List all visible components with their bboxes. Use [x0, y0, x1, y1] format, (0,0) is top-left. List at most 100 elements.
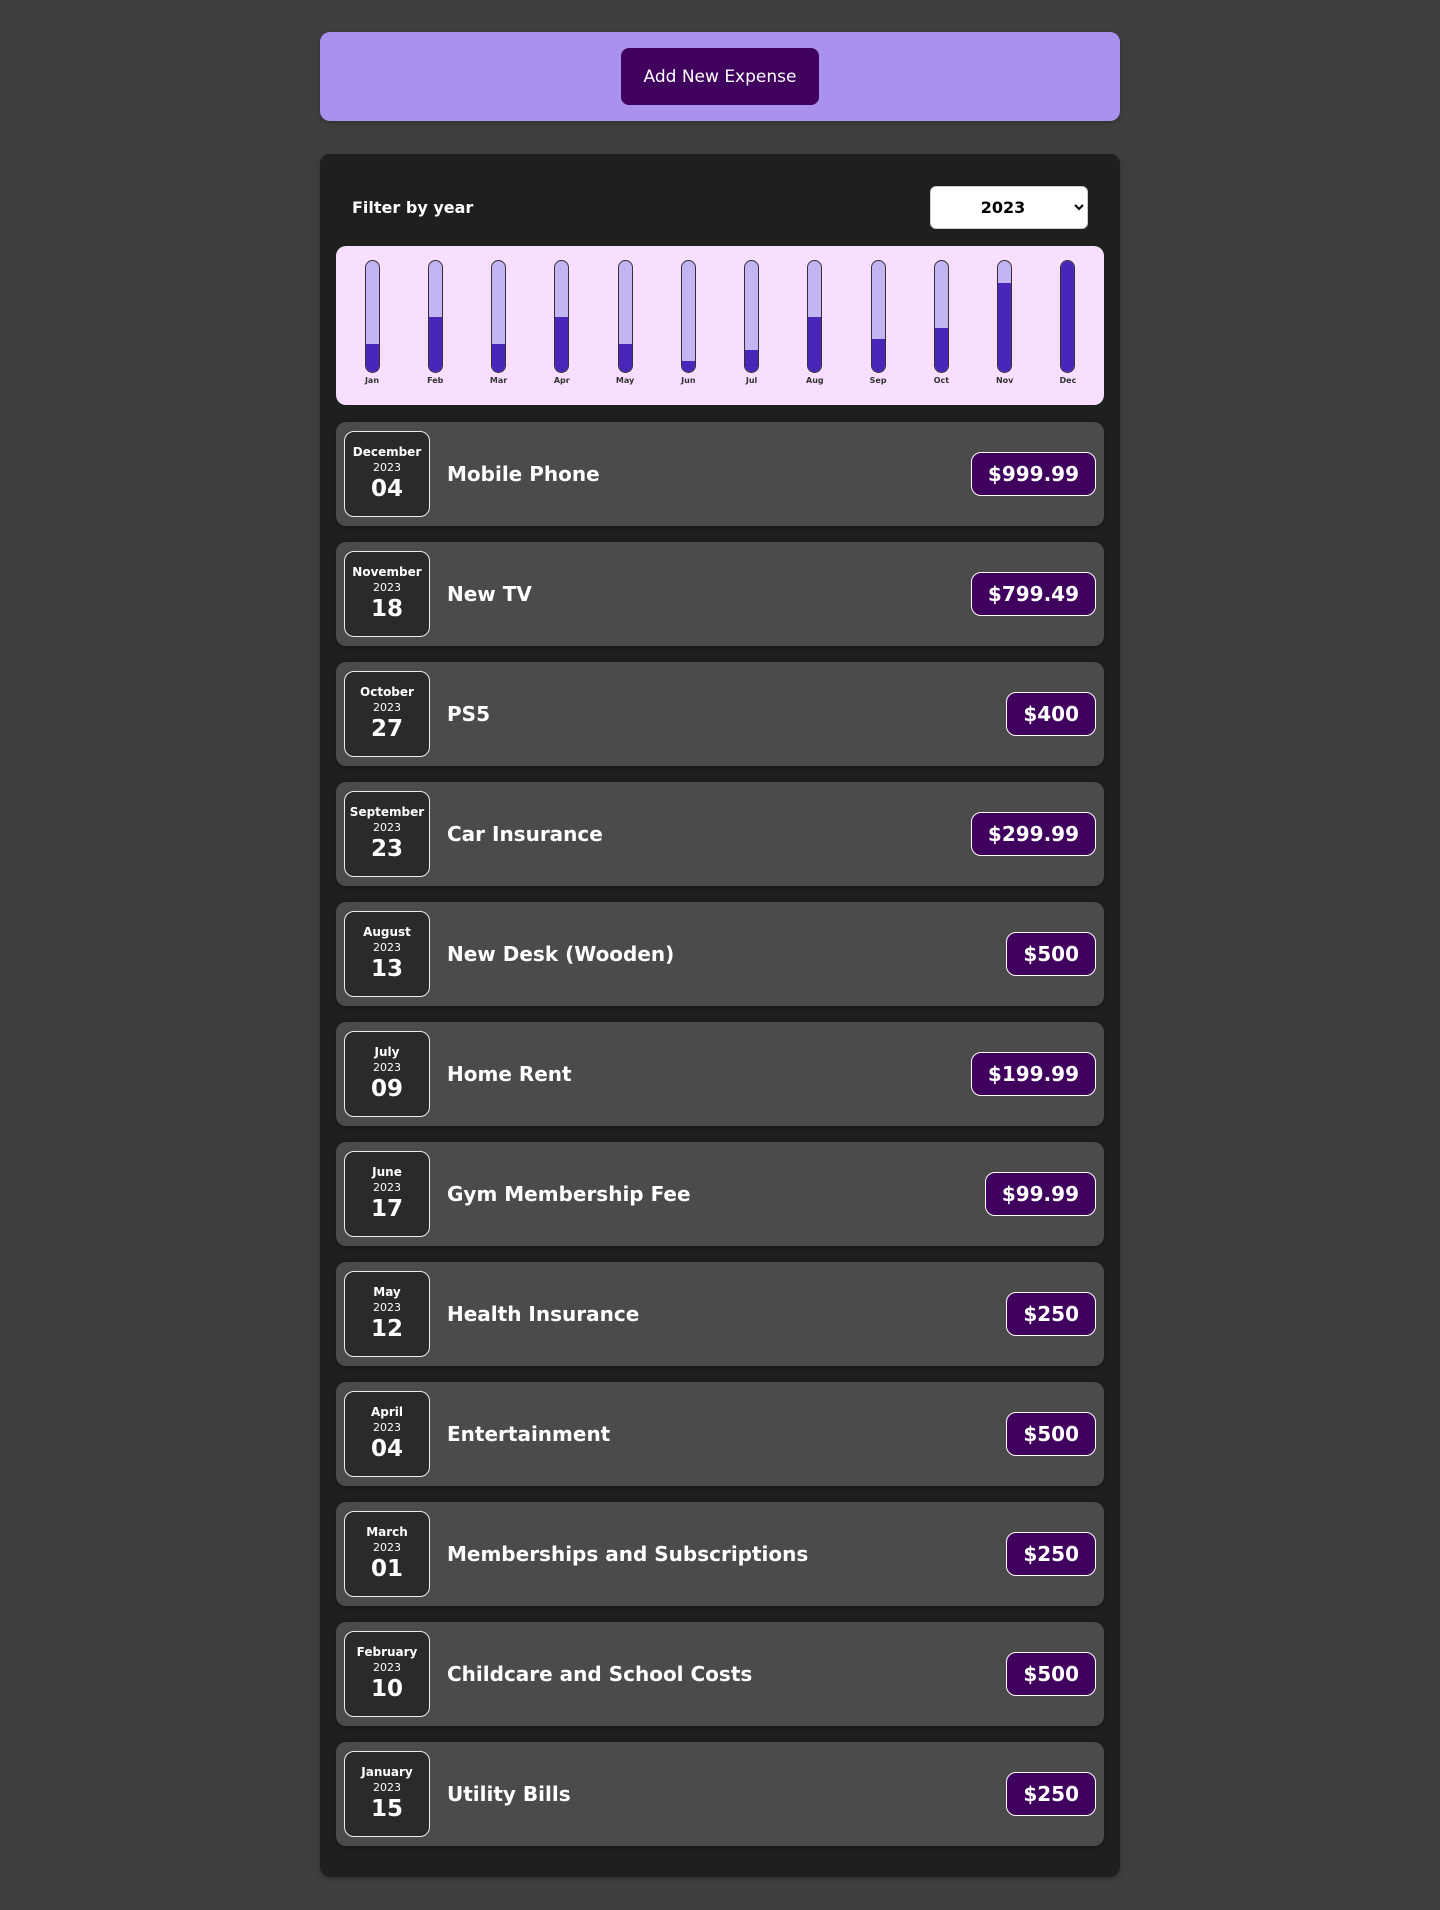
expenses-card: Filter by year 2023 Jan Feb Mar Apr May Jun Ju…: [320, 154, 1120, 1877]
expense-date: March 2023 01: [344, 1511, 430, 1597]
chart-bar-label: Nov: [995, 376, 1014, 385]
chart-bar-fill: [492, 344, 506, 372]
filter-label: Filter by year: [352, 198, 474, 217]
chart-bar: Aug: [800, 260, 830, 385]
expense-date: February 2023 10: [344, 1631, 430, 1717]
expense-date-day: 17: [370, 1196, 403, 1222]
expense-date-month: October: [360, 685, 414, 699]
chart-bar-fill: [1061, 261, 1075, 372]
expense-date-month: August: [363, 925, 411, 939]
chart-bar-fill: [681, 360, 695, 372]
chart-bar-label: Feb: [427, 376, 444, 385]
year-select[interactable]: 2023: [930, 186, 1088, 229]
expense-item: February 2023 10 Childcare and School Costs…: [336, 1622, 1104, 1726]
chart-bar: Jan: [357, 260, 387, 385]
expense-date-year: 2023: [373, 1661, 401, 1674]
expenses-filter: Filter by year 2023: [352, 186, 1088, 229]
expense-title: Health Insurance: [447, 1302, 640, 1326]
chart-bar-track: [1060, 260, 1076, 373]
expense-amount: $500: [1006, 932, 1096, 976]
expense-date-day: 10: [370, 1676, 403, 1702]
chart-bar: Feb: [420, 260, 450, 385]
expense-date-month: May: [373, 1285, 401, 1299]
expense-title: New Desk (Wooden): [447, 942, 675, 966]
chart-bar: Sep: [863, 260, 893, 385]
chart-bar-track: [491, 260, 507, 373]
expense-date-month: April: [370, 1405, 404, 1419]
expense-date-year: 2023: [373, 701, 401, 714]
chart-bar-fill: [365, 344, 379, 372]
expense-amount: $250: [1006, 1532, 1096, 1576]
expense-date-month: February: [356, 1645, 418, 1659]
chart-bar-label: Jan: [364, 376, 380, 385]
expense-amount: $400: [1006, 692, 1096, 736]
add-new-expense-button[interactable]: Add New Expense: [621, 48, 819, 105]
new-expense-panel: Add New Expense: [320, 32, 1120, 121]
expense-amount: $500: [1006, 1652, 1096, 1696]
chart-bar-label: Aug: [806, 376, 824, 385]
expense-date-month: September: [349, 805, 425, 819]
expense-item: August 2023 13 New Desk (Wooden) $500: [336, 902, 1104, 1006]
expense-date-day: 18: [370, 596, 403, 622]
expense-date: November 2023 18: [344, 551, 430, 637]
chart-bar-label: Sep: [869, 376, 887, 385]
chart-bar-fill: [618, 344, 632, 372]
expense-date: May 2023 12: [344, 1271, 430, 1357]
expense-title: Mobile Phone: [447, 462, 600, 486]
expenses-list: December 2023 04 Mobile Phone $999.99 Novembe…: [336, 422, 1104, 1862]
expense-amount: $799.49: [970, 572, 1096, 616]
expense-date-month: June: [372, 1165, 402, 1179]
chart-bar-fill: [934, 327, 948, 372]
chart-bar-fill: [871, 338, 885, 372]
chart-bar-track: [870, 260, 886, 373]
expense-date-day: 23: [370, 836, 403, 862]
expense-amount: $500: [1006, 1412, 1096, 1456]
expense-date-month: November: [352, 565, 422, 579]
expenses-chart: Jan Feb Mar Apr May Jun Jul Aug Sep Oct Nov Dec: [336, 246, 1104, 405]
expense-date-day: 27: [370, 716, 403, 742]
chart-bar-label: Mar: [489, 376, 508, 385]
expense-title: Utility Bills: [447, 1782, 571, 1806]
expense-amount: $99.99: [984, 1172, 1096, 1216]
expense-title: Gym Membership Fee: [447, 1182, 691, 1206]
chart-bars: Jan Feb Mar Apr May Jun Jul Aug Sep Oct Nov Dec: [357, 260, 1083, 385]
expense-date: October 2023 27: [344, 671, 430, 757]
expense-date-day: 04: [370, 476, 403, 502]
expense-title: Car Insurance: [447, 822, 603, 846]
chart-bar: Dec: [1053, 260, 1083, 385]
expense-title: PS5: [447, 702, 490, 726]
expense-item: October 2023 27 PS5 $400: [336, 662, 1104, 766]
expense-date-year: 2023: [373, 941, 401, 954]
chart-bar-track: [554, 260, 570, 373]
expense-item: April 2023 04 Entertainment $500: [336, 1382, 1104, 1486]
chart-bar: Oct: [926, 260, 956, 385]
expense-item: January 2023 15 Utility Bills $250: [336, 1742, 1104, 1846]
expense-date-year: 2023: [373, 1301, 401, 1314]
expense-date-day: 13: [370, 956, 403, 982]
expense-amount: $999.99: [970, 452, 1096, 496]
expense-date-year: 2023: [373, 1061, 401, 1074]
chart-bar: May: [610, 260, 640, 385]
chart-bar-fill: [428, 316, 442, 372]
expense-date-month: January: [361, 1765, 413, 1779]
expense-item: November 2023 18 New TV $799.49: [336, 542, 1104, 646]
chart-bar-label: Jul: [745, 376, 758, 385]
expense-amount: $250: [1006, 1292, 1096, 1336]
expense-item: March 2023 01 Memberships and Subscriptions…: [336, 1502, 1104, 1606]
chart-bar-label: Apr: [553, 376, 570, 385]
chart-bar-label: Oct: [933, 376, 950, 385]
expense-date: June 2023 17: [344, 1151, 430, 1237]
chart-bar-track: [680, 260, 696, 373]
chart-bar-track: [807, 260, 823, 373]
chart-bar-fill: [808, 316, 822, 372]
expense-title: Home Rent: [447, 1062, 572, 1086]
expense-date-day: 15: [370, 1796, 403, 1822]
chart-bar-label: Jun: [681, 376, 696, 385]
expense-date-year: 2023: [373, 581, 401, 594]
expense-amount: $299.99: [970, 812, 1096, 856]
expense-date-year: 2023: [373, 1781, 401, 1794]
expense-date: December 2023 04: [344, 431, 430, 517]
chart-bar-track: [997, 260, 1013, 373]
chart-bar-fill: [998, 283, 1012, 372]
expense-date-month: March: [366, 1525, 408, 1539]
